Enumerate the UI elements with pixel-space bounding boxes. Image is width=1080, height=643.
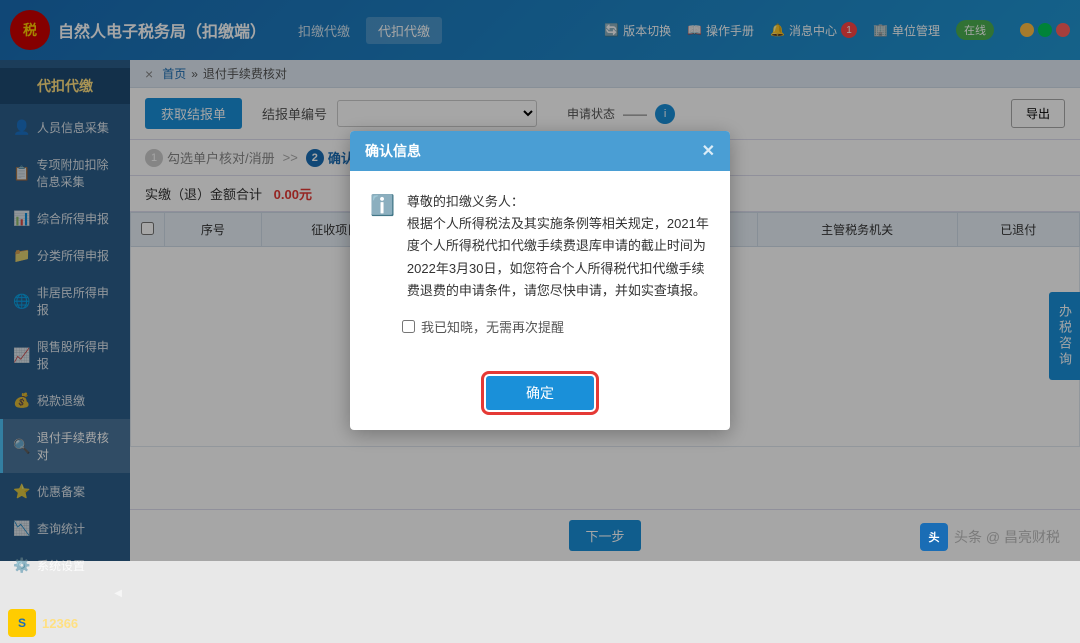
modal-confirm-btn[interactable]: 确定: [486, 376, 594, 410]
hotline: S 12366: [0, 603, 130, 643]
modal-content-text: 尊敬的扣缴义务人： 根据个人所得税法及其实施条例等相关规定，2021年度个人所得…: [407, 191, 710, 301]
modal-overlay: 确认信息 ✕ ℹ️ 尊敬的扣缴义务人： 根据个人所得税法及其实施条例等相关规定，…: [0, 0, 1080, 561]
no-remind-label: 我已知晓，无需再次提醒: [421, 317, 564, 336]
info-icon: ℹ️: [370, 193, 395, 218]
hotline-icon: S: [8, 609, 36, 637]
modal-body: ℹ️ 尊敬的扣缴义务人： 根据个人所得税法及其实施条例等相关规定，2021年度个…: [350, 171, 730, 365]
collapse-btn[interactable]: ◀: [0, 584, 130, 603]
modal-footer: 确定: [350, 366, 730, 430]
sidebar-bottom: ◀ S 12366: [0, 584, 130, 643]
modal-checkbox-row: 我已知晓，无需再次提醒: [370, 317, 710, 336]
no-remind-checkbox[interactable]: [402, 320, 415, 333]
confirm-dialog: 确认信息 ✕ ℹ️ 尊敬的扣缴义务人： 根据个人所得税法及其实施条例等相关规定，…: [350, 131, 730, 429]
modal-header: 确认信息 ✕: [350, 131, 730, 171]
modal-info-row: ℹ️ 尊敬的扣缴义务人： 根据个人所得税法及其实施条例等相关规定，2021年度个…: [370, 191, 710, 301]
modal-title: 确认信息: [365, 141, 421, 161]
modal-close-btn[interactable]: ✕: [702, 141, 715, 161]
